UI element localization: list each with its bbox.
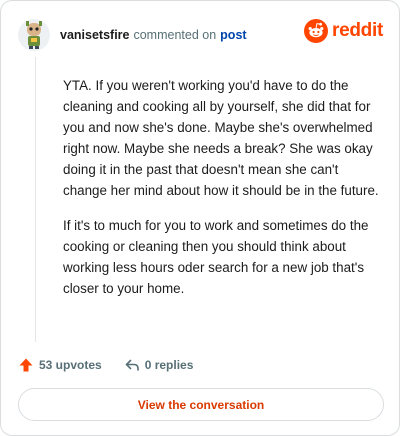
- post-link[interactable]: post: [220, 28, 246, 42]
- arrow-up-icon: [19, 358, 33, 372]
- comment-paragraph: YTA. If you weren't working you'd have t…: [63, 78, 379, 198]
- user-avatar[interactable]: [18, 19, 50, 51]
- brand-name: reddit: [332, 20, 383, 41]
- upvote-count: 53 upvotes: [39, 358, 102, 372]
- comment-embed-card: vanisetsfire commented on post reddit YT…: [0, 0, 400, 436]
- comment-meta: vanisetsfire commented on post: [60, 28, 247, 42]
- upvote-stat[interactable]: 53 upvotes: [18, 357, 102, 373]
- comment-paragraph: If it's to much for you to work and some…: [63, 218, 369, 296]
- action-text: commented on: [133, 28, 217, 42]
- reply-stat[interactable]: 0 replies: [124, 357, 194, 373]
- thread-line: [35, 57, 36, 342]
- reply-arrow-icon: [125, 359, 139, 371]
- view-conversation-button[interactable]: View the conversation: [18, 388, 384, 421]
- comment-footer: 53 upvotes 0 replies: [18, 354, 193, 376]
- comment-header: vanisetsfire commented on post reddit: [18, 15, 383, 55]
- reddit-snoo-icon: [304, 19, 329, 43]
- comment-body: YTA. If you weren't working you'd have t…: [63, 75, 385, 313]
- username-link[interactable]: vanisetsfire: [60, 28, 129, 42]
- reddit-logo[interactable]: reddit: [304, 19, 383, 43]
- reply-count: 0 replies: [144, 358, 194, 372]
